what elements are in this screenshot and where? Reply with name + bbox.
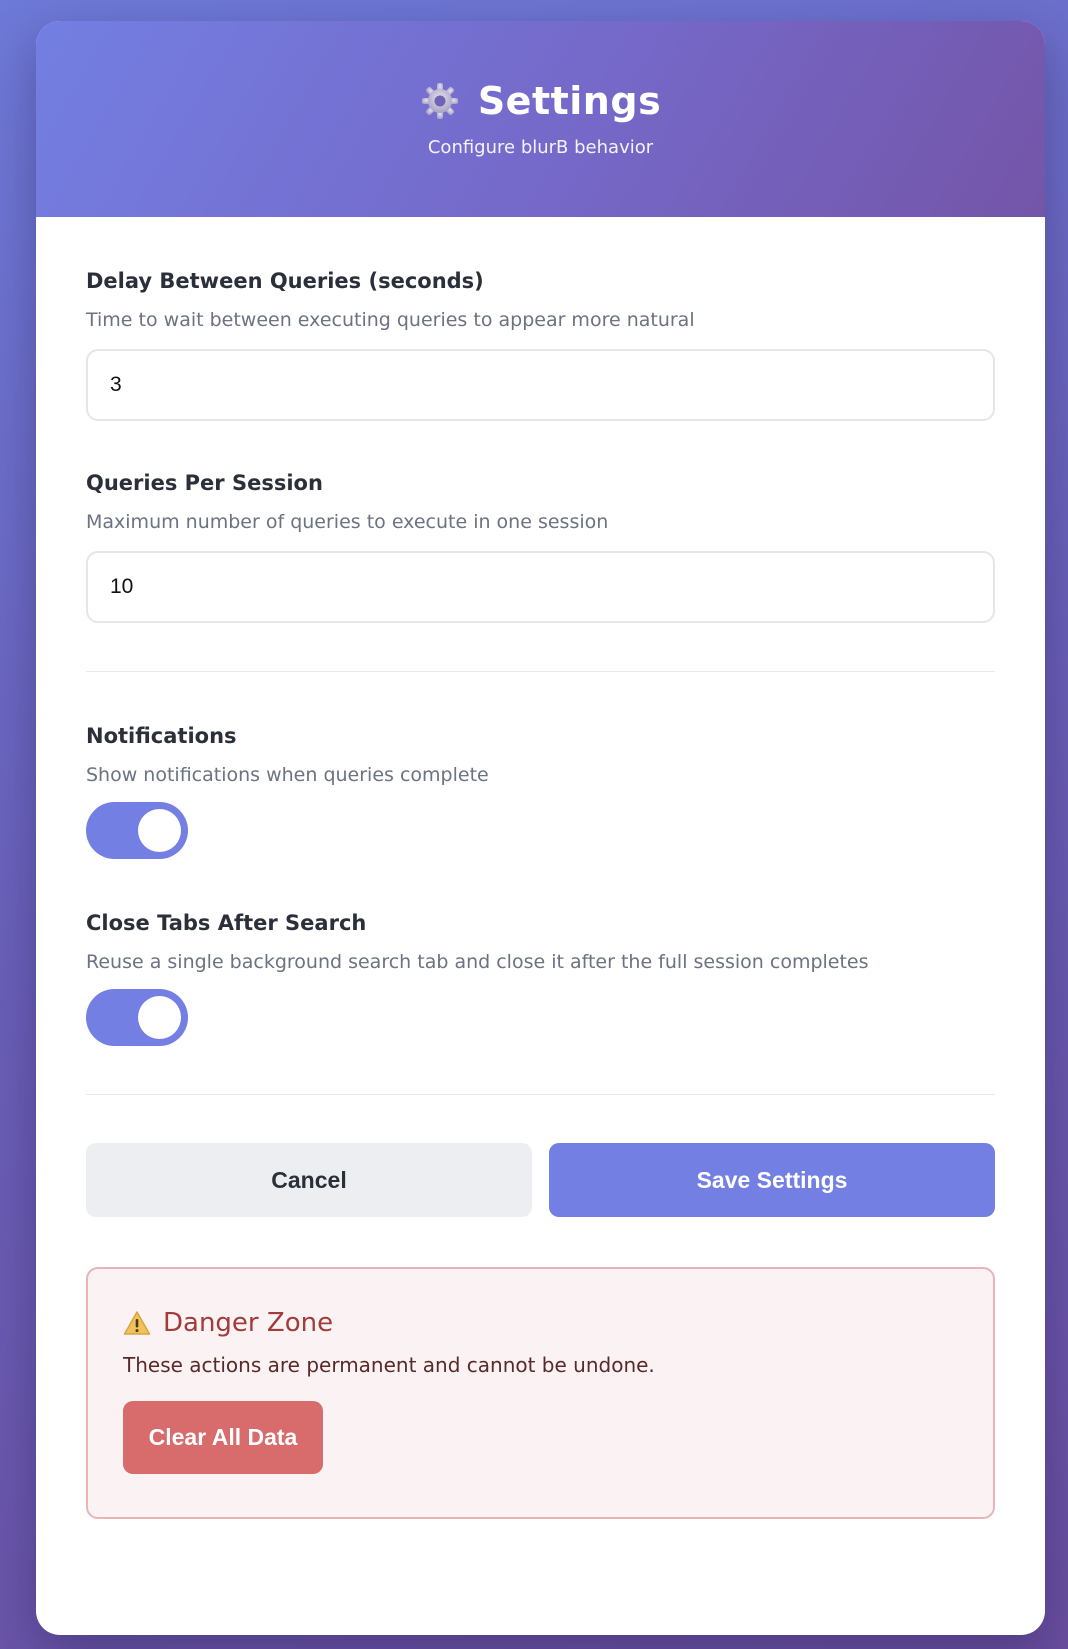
settings-card: Settings Configure blurB behavior Delay … (36, 21, 1045, 1635)
close-tabs-toggle[interactable] (86, 989, 188, 1046)
settings-header: Settings Configure blurB behavior (36, 21, 1045, 217)
cancel-button[interactable]: Cancel (86, 1143, 532, 1217)
queries-per-session-label: Queries Per Session (86, 471, 323, 495)
danger-zone: Danger Zone These actions are permanent … (86, 1267, 995, 1519)
gear-icon (420, 81, 460, 121)
toggle-knob (138, 996, 181, 1039)
close-tabs-label: Close Tabs After Search (86, 911, 367, 935)
clear-all-data-button[interactable]: Clear All Data (123, 1401, 323, 1474)
page-title: Settings (477, 79, 662, 123)
title-row: Settings (36, 77, 1045, 125)
queries-per-session-input[interactable] (86, 551, 995, 623)
section-divider (86, 671, 995, 672)
danger-zone-title: Danger Zone (163, 1308, 334, 1338)
danger-title-row: Danger Zone (123, 1305, 993, 1341)
notifications-label: Notifications (86, 724, 237, 748)
page-subtitle: Configure blurB behavior (427, 137, 654, 158)
delay-description: Time to wait between executing queries t… (86, 309, 695, 331)
warning-icon (123, 1310, 151, 1336)
action-buttons: Cancel Save Settings (86, 1143, 995, 1217)
toggle-knob (138, 809, 181, 852)
queries-per-session-description: Maximum number of queries to execute in … (86, 511, 609, 533)
save-settings-button[interactable]: Save Settings (549, 1143, 995, 1217)
danger-zone-text: These actions are permanent and cannot b… (123, 1353, 655, 1377)
settings-body: Delay Between Queries (seconds) Time to … (36, 269, 1045, 1519)
section-divider (86, 1094, 995, 1095)
close-tabs-description: Reuse a single background search tab and… (86, 951, 869, 973)
notifications-toggle[interactable] (86, 802, 188, 859)
notifications-description: Show notifications when queries complete (86, 764, 489, 786)
delay-label: Delay Between Queries (seconds) (86, 269, 484, 293)
delay-input[interactable] (86, 349, 995, 421)
